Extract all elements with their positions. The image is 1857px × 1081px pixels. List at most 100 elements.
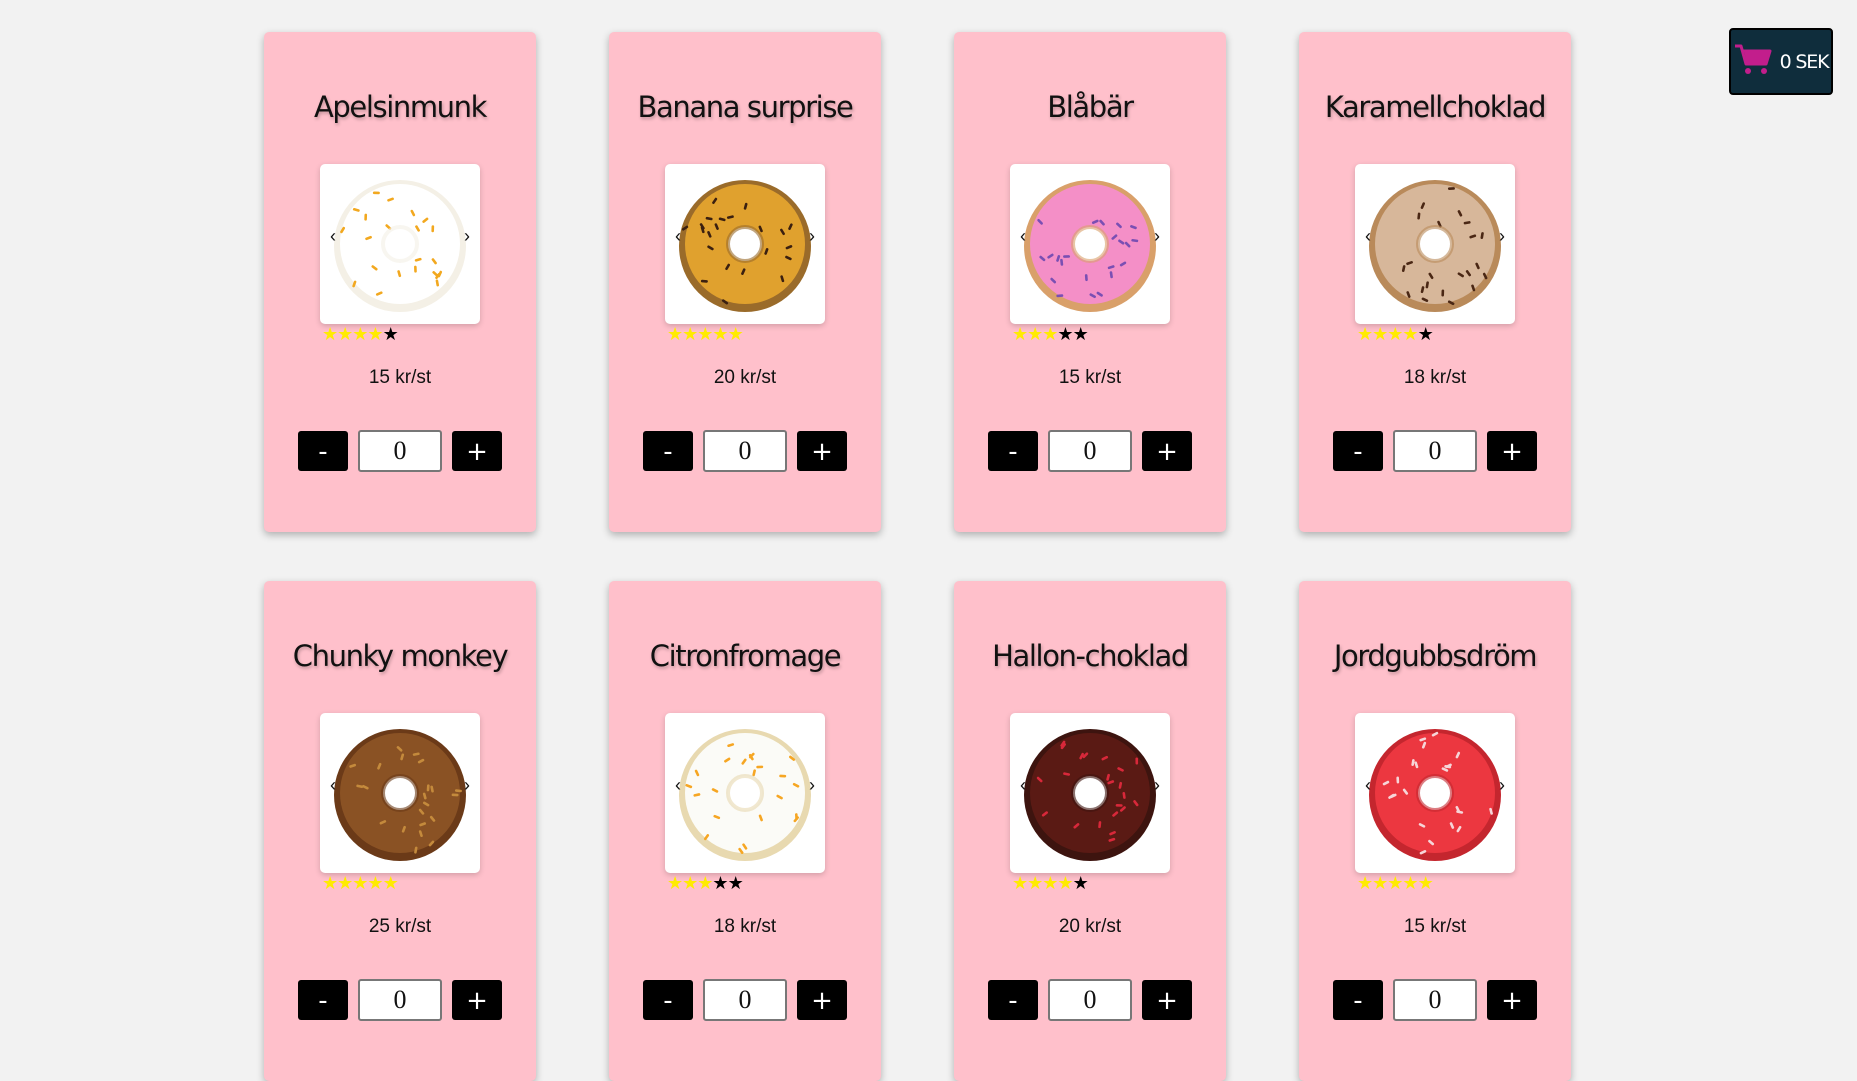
- star-filled-icon: ★: [697, 873, 713, 893]
- product-card: Hallon-choklad ‹ › ★★★★★ 20 kr/st - +: [954, 581, 1226, 1081]
- product-card: Blåbär ‹ › ★★★★★ 15 kr/st - +: [954, 32, 1226, 532]
- donut-image: [1355, 164, 1515, 324]
- product-name: Blåbär: [1047, 90, 1134, 124]
- product-card: Chunky monkey ‹ › ★★★★★ 25 kr/st - +: [264, 581, 536, 1081]
- star-filled-icon: ★: [1042, 873, 1058, 893]
- cart-icon: [1734, 42, 1772, 81]
- star-filled-icon: ★: [1027, 873, 1043, 893]
- star-filled-icon: ★: [1372, 873, 1388, 893]
- chevron-left-icon[interactable]: ‹: [671, 226, 685, 246]
- star-filled-icon: ★: [1057, 873, 1073, 893]
- star-rating: ★★★★★: [1357, 873, 1434, 893]
- product-price: 15 kr/st: [1058, 367, 1122, 388]
- star-rating: ★★★★★: [667, 324, 744, 344]
- star-empty-icon: ★: [1072, 873, 1089, 893]
- star-filled-icon: ★: [1027, 324, 1043, 344]
- star-empty-icon: ★: [1072, 324, 1089, 344]
- product-image-carousel: ‹ ›: [320, 713, 480, 873]
- star-rating: ★★★★★: [667, 873, 744, 893]
- quantity-input[interactable]: [703, 430, 787, 472]
- cart-total: 0 SEK: [1779, 50, 1830, 73]
- increase-button[interactable]: +: [1142, 980, 1192, 1020]
- star-empty-icon: ★: [382, 324, 399, 344]
- chevron-right-icon[interactable]: ›: [1495, 775, 1509, 795]
- quantity-stepper: - +: [609, 430, 881, 472]
- product-card: Karamellchoklad ‹ › ★★★★★ 18 kr/st - +: [1299, 32, 1571, 532]
- chevron-left-icon[interactable]: ‹: [1361, 775, 1375, 795]
- quantity-stepper: - +: [954, 430, 1226, 472]
- product-image-carousel: ‹ ›: [1010, 713, 1170, 873]
- decrease-button[interactable]: -: [988, 431, 1038, 471]
- increase-button[interactable]: +: [452, 980, 502, 1020]
- increase-button[interactable]: +: [1487, 980, 1537, 1020]
- star-filled-icon: ★: [367, 873, 383, 893]
- quantity-input[interactable]: [1048, 430, 1132, 472]
- increase-button[interactable]: +: [1142, 431, 1192, 471]
- chevron-right-icon[interactable]: ›: [460, 226, 474, 246]
- quantity-input[interactable]: [358, 430, 442, 472]
- quantity-input[interactable]: [703, 979, 787, 1021]
- star-filled-icon: ★: [682, 324, 698, 344]
- decrease-button[interactable]: -: [1333, 980, 1383, 1020]
- star-rating: ★★★★★: [322, 873, 399, 893]
- star-filled-icon: ★: [337, 873, 353, 893]
- star-filled-icon: ★: [322, 873, 338, 893]
- chevron-left-icon[interactable]: ‹: [326, 226, 340, 246]
- chevron-right-icon[interactable]: ›: [1495, 226, 1509, 246]
- cart-button[interactable]: 0 SEK: [1729, 28, 1833, 95]
- increase-button[interactable]: +: [797, 431, 847, 471]
- star-empty-icon: ★: [1417, 324, 1434, 344]
- quantity-stepper: - +: [1299, 430, 1571, 472]
- quantity-input[interactable]: [1393, 430, 1477, 472]
- product-image-carousel: ‹ ›: [665, 164, 825, 324]
- star-filled-icon: ★: [697, 324, 713, 344]
- chevron-left-icon[interactable]: ‹: [671, 775, 685, 795]
- product-price: 15 kr/st: [368, 367, 432, 388]
- decrease-button[interactable]: -: [298, 980, 348, 1020]
- increase-button[interactable]: +: [1487, 431, 1537, 471]
- decrease-button[interactable]: -: [988, 980, 1038, 1020]
- decrease-button[interactable]: -: [298, 431, 348, 471]
- chevron-right-icon[interactable]: ›: [1150, 775, 1164, 795]
- increase-button[interactable]: +: [797, 980, 847, 1020]
- star-rating: ★★★★★: [1357, 324, 1434, 344]
- chevron-left-icon[interactable]: ‹: [326, 775, 340, 795]
- chevron-left-icon[interactable]: ‹: [1016, 775, 1030, 795]
- star-filled-icon: ★: [367, 324, 383, 344]
- star-filled-icon: ★: [352, 324, 368, 344]
- chevron-right-icon[interactable]: ›: [1150, 226, 1164, 246]
- quantity-input[interactable]: [1393, 979, 1477, 1021]
- star-filled-icon: ★: [682, 873, 698, 893]
- product-image-carousel: ‹ ›: [1355, 713, 1515, 873]
- star-filled-icon: ★: [352, 873, 368, 893]
- decrease-button[interactable]: -: [643, 431, 693, 471]
- product-price: 25 kr/st: [368, 916, 432, 937]
- donut-image: [320, 164, 480, 324]
- product-name: Banana surprise: [637, 90, 854, 124]
- chevron-right-icon[interactable]: ›: [805, 226, 819, 246]
- quantity-input[interactable]: [358, 979, 442, 1021]
- decrease-button[interactable]: -: [643, 980, 693, 1020]
- star-filled-icon: ★: [727, 324, 744, 344]
- chevron-left-icon[interactable]: ‹: [1361, 226, 1375, 246]
- product-name: Citronfromage: [649, 639, 842, 673]
- star-filled-icon: ★: [322, 324, 338, 344]
- increase-button[interactable]: +: [452, 431, 502, 471]
- quantity-input[interactable]: [1048, 979, 1132, 1021]
- chevron-right-icon[interactable]: ›: [460, 775, 474, 795]
- star-rating: ★★★★★: [1012, 873, 1089, 893]
- product-card: Jordgubbsdröm ‹ › ★★★★★ 15 kr/st - +: [1299, 581, 1571, 1081]
- star-filled-icon: ★: [1042, 324, 1058, 344]
- decrease-button[interactable]: -: [1333, 431, 1383, 471]
- product-name: Apelsinmunk: [313, 90, 488, 124]
- quantity-stepper: - +: [609, 979, 881, 1021]
- donut-image: [1010, 164, 1170, 324]
- product-name: Karamellchoklad: [1324, 90, 1547, 124]
- donut-image: [665, 164, 825, 324]
- product-name: Jordgubbsdröm: [1333, 639, 1538, 673]
- star-empty-icon: ★: [1057, 324, 1073, 344]
- star-rating: ★★★★★: [322, 324, 399, 344]
- chevron-right-icon[interactable]: ›: [805, 775, 819, 795]
- chevron-left-icon[interactable]: ‹: [1016, 226, 1030, 246]
- donut-image: [1355, 713, 1515, 873]
